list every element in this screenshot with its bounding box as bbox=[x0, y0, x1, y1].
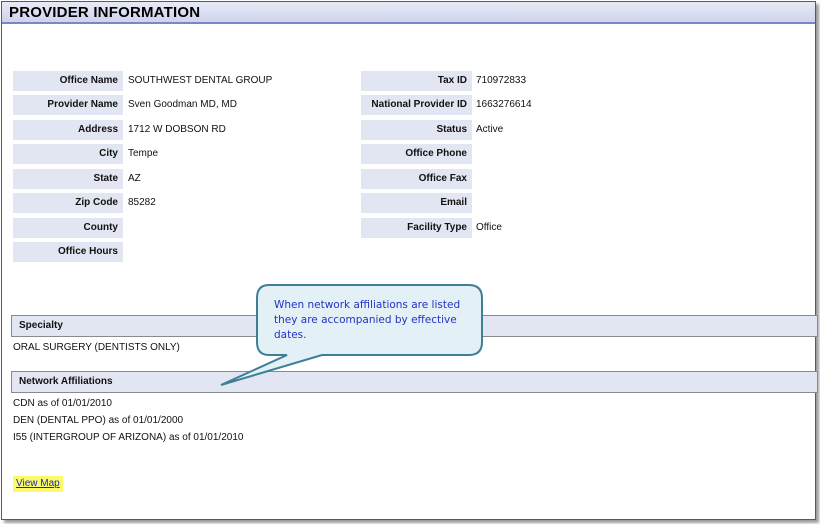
office-hours-label: Office Hours bbox=[13, 242, 123, 262]
provider-name-label: Provider Name bbox=[13, 95, 123, 115]
tax-id-label: Tax ID bbox=[361, 71, 472, 91]
county-label: County bbox=[13, 218, 123, 238]
facility-type-value: Office bbox=[476, 222, 502, 233]
network-affiliation-item: DEN (DENTAL PPO) as of 01/01/2000 bbox=[13, 415, 184, 426]
address-value: 1712 W DOBSON RD bbox=[128, 124, 226, 135]
city-value: Tempe bbox=[128, 148, 159, 159]
page-title: PROVIDER INFORMATION bbox=[9, 4, 201, 21]
zip-code-value: 85282 bbox=[128, 197, 156, 208]
office-name-label: Office Name bbox=[13, 71, 123, 91]
specialty-item: ORAL SURGERY (DENTISTS ONLY) bbox=[13, 342, 180, 353]
status-value: Active bbox=[476, 124, 504, 135]
state-value: AZ bbox=[128, 173, 141, 184]
view-map-link[interactable]: View Map bbox=[13, 476, 63, 492]
title-bar: PROVIDER INFORMATION bbox=[2, 2, 815, 24]
facility-type-label: Facility Type bbox=[361, 218, 472, 238]
network-affiliation-item: I55 (INTERGROUP OF ARIZONA) as of 01/01/… bbox=[13, 432, 244, 443]
provider-name-value: Sven Goodman MD, MD bbox=[128, 99, 237, 110]
provider-info-panel: PROVIDER INFORMATION Office Name SOUTHWE… bbox=[1, 1, 818, 520]
email-label: Email bbox=[361, 193, 472, 213]
network-affiliation-item: CDN as of 01/01/2010 bbox=[13, 398, 112, 409]
zip-code-label: Zip Code bbox=[13, 193, 123, 213]
npi-label: National Provider ID bbox=[361, 95, 472, 115]
office-phone-label: Office Phone bbox=[361, 144, 472, 164]
status-label: Status bbox=[361, 120, 472, 140]
state-label: State bbox=[13, 169, 123, 189]
tax-id-value: 710972833 bbox=[476, 75, 527, 86]
callout-annotation: When network affiliations are listed the… bbox=[220, 284, 483, 386]
address-label: Address bbox=[13, 120, 123, 140]
office-fax-label: Office Fax bbox=[361, 169, 472, 189]
city-label: City bbox=[13, 144, 123, 164]
office-name-value: SOUTHWEST DENTAL GROUP bbox=[128, 75, 273, 86]
callout-text: When network affiliations are listed the… bbox=[274, 299, 461, 341]
npi-value: 1663276614 bbox=[476, 99, 532, 110]
